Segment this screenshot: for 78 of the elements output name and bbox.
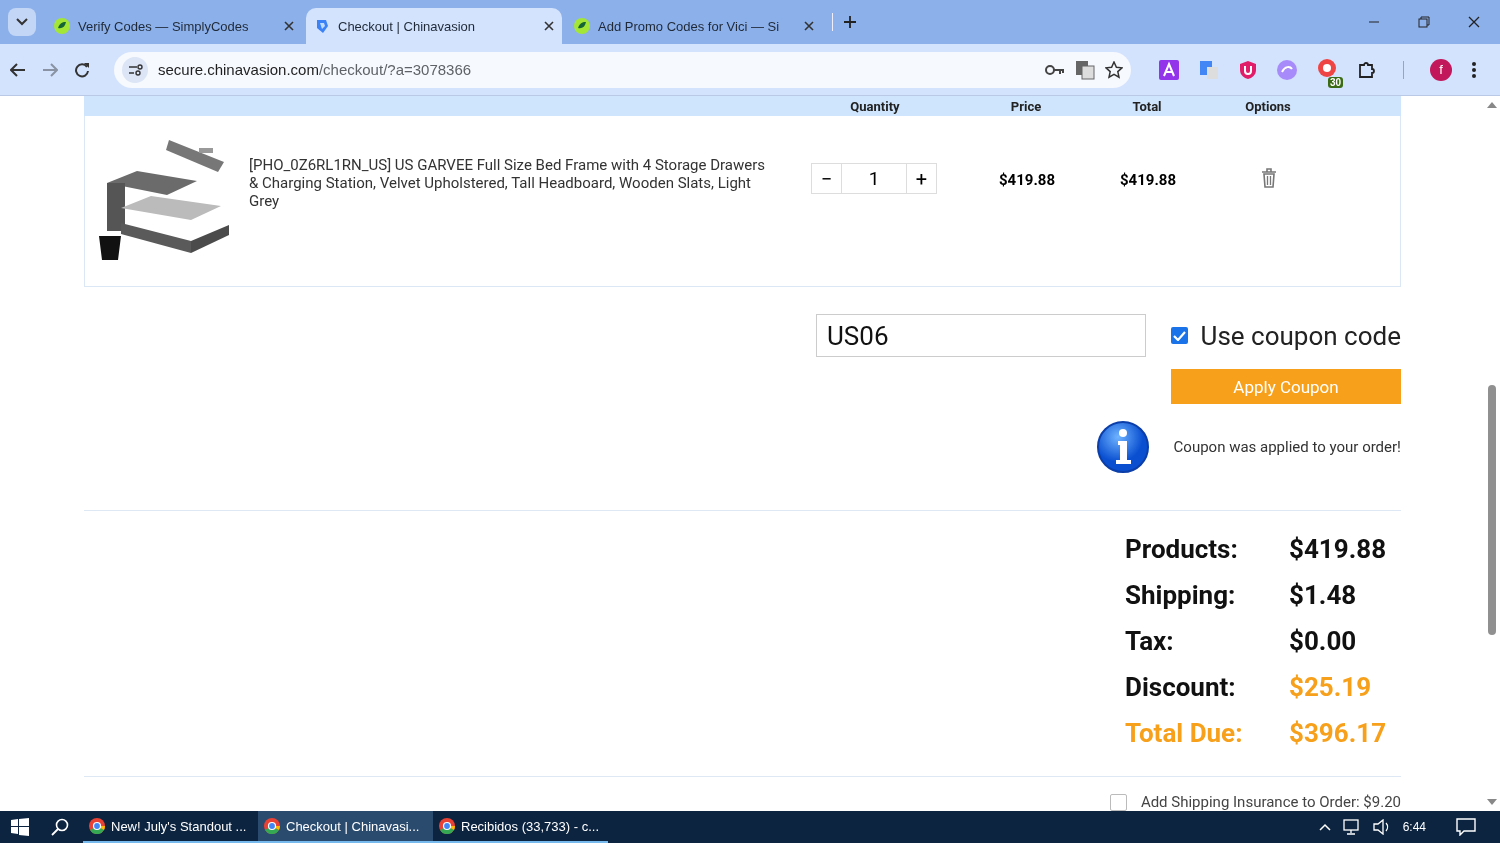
total-value: $1.48 xyxy=(1289,579,1358,612)
leaf-icon xyxy=(54,18,70,34)
line-total: $419.88 xyxy=(1120,171,1176,189)
scrollbar-thumb[interactable] xyxy=(1488,385,1496,635)
decrease-button[interactable]: − xyxy=(811,163,842,194)
total-label: Total Due: xyxy=(1125,717,1244,750)
site-settings-icon[interactable] xyxy=(122,56,148,83)
puzzle-icon[interactable] xyxy=(1357,59,1377,80)
new-tab-icon[interactable] xyxy=(843,15,857,29)
url-text: secure.chinavasion.com/checkout/?a=3078366 xyxy=(158,61,473,78)
close-icon[interactable] xyxy=(804,21,814,31)
tab-title: Checkout | Chinavasion xyxy=(338,18,476,34)
total-value: $0.00 xyxy=(1289,625,1358,658)
trash-icon[interactable] xyxy=(1261,168,1277,188)
total-label: Shipping: xyxy=(1125,579,1237,612)
chrome-icon xyxy=(439,818,455,834)
column-header: Total xyxy=(1132,98,1162,114)
column-header: Price xyxy=(1010,98,1042,114)
forward-icon xyxy=(42,62,58,77)
restore-icon[interactable] xyxy=(1418,16,1430,28)
leaf-icon xyxy=(574,18,590,34)
checkbox[interactable] xyxy=(1109,793,1127,811)
reload-icon[interactable] xyxy=(74,61,90,78)
coupon-message: Coupon was applied to your order! xyxy=(1173,438,1401,456)
quantity-field[interactable]: 1 xyxy=(842,163,906,194)
chrome-icon xyxy=(89,818,105,834)
close-icon[interactable] xyxy=(544,21,554,31)
letter-a-icon[interactable] xyxy=(1159,59,1179,80)
extension-badge: 30 xyxy=(1327,76,1343,88)
unit-price: $419.88 xyxy=(999,171,1055,189)
insurance-label: Add Shipping Insurance to Order: $9.20 xyxy=(1140,793,1401,811)
circle-icon[interactable] xyxy=(1317,57,1337,78)
volume-icon[interactable] xyxy=(1372,819,1391,835)
close-icon[interactable] xyxy=(284,21,294,31)
browser-tab[interactable]: Add Promo Codes for Vici — Si xyxy=(566,8,822,44)
column-header: Options xyxy=(1245,98,1291,114)
search-icon[interactable] xyxy=(51,818,69,836)
taskbar-label: Checkout | Chinavasi... xyxy=(286,818,420,834)
more-icon[interactable] xyxy=(1472,61,1476,78)
profile-avatar[interactable]: f xyxy=(1430,58,1452,81)
taskbar-label: Recibidos (33,733) - c... xyxy=(461,818,599,834)
key-icon[interactable] xyxy=(1045,63,1065,76)
product-name[interactable]: [PHO_0Z6RL1RN_US] US GARVEE Full Size Bed Frame with 4 Storage Drawers & Charging Station, Velvet Upholstered, Tall Headboard, Wooden Slats, Light Grey xyxy=(249,156,785,210)
tab-list-button[interactable] xyxy=(8,8,36,36)
taskbar-button[interactable]: Recibidos (33,733) - c... xyxy=(433,811,608,843)
column-header: Quantity xyxy=(850,98,900,114)
checkbox[interactable] xyxy=(1171,327,1188,344)
clock-time: 6:44 xyxy=(1402,820,1426,834)
total-value: $419.88 xyxy=(1289,533,1388,566)
total-label: Discount: xyxy=(1125,671,1237,704)
tab-title: Add Promo Codes for Vici — Si xyxy=(598,18,780,34)
chevron-up-icon[interactable] xyxy=(1318,823,1331,831)
close-icon[interactable] xyxy=(1468,16,1480,28)
shield-icon[interactable] xyxy=(1239,59,1257,80)
tab-title: Verify Codes — SimplyCodes xyxy=(78,18,249,34)
start-icon[interactable] xyxy=(11,818,29,836)
taskbar-label: New! July's Standout ... xyxy=(111,818,247,834)
browser-tab[interactable]: Verify Codes — SimplyCodes xyxy=(46,8,302,44)
scroll-down-icon[interactable] xyxy=(1487,799,1497,805)
total-value: $25.19 xyxy=(1289,671,1373,704)
chevron-down-icon[interactable] xyxy=(16,18,28,26)
increase-button[interactable]: + xyxy=(906,163,937,194)
network-icon[interactable] xyxy=(1342,819,1361,835)
address-bar[interactable]: secure.chinavasion.com/checkout/?a=3078366 xyxy=(114,51,1131,88)
back-icon[interactable] xyxy=(10,62,26,77)
total-label: Tax: xyxy=(1125,625,1175,658)
browser-tab[interactable]: Checkout | Chinavasion xyxy=(306,8,562,44)
star-icon[interactable] xyxy=(1105,60,1123,79)
total-label: Products: xyxy=(1125,533,1239,566)
coupon-field[interactable]: US06 xyxy=(816,314,1146,357)
taskbar-button[interactable]: New! July's Standout ... xyxy=(83,811,258,843)
scroll-up-icon[interactable] xyxy=(1487,102,1497,108)
checkbox-label: Use coupon code xyxy=(1200,320,1401,351)
notification-icon[interactable] xyxy=(1456,818,1476,836)
total-value: $396.17 xyxy=(1289,717,1388,750)
chrome-icon xyxy=(264,818,280,834)
info-icon xyxy=(1095,420,1150,474)
taskbar-button[interactable]: Checkout | Chinavasi... xyxy=(258,811,433,843)
